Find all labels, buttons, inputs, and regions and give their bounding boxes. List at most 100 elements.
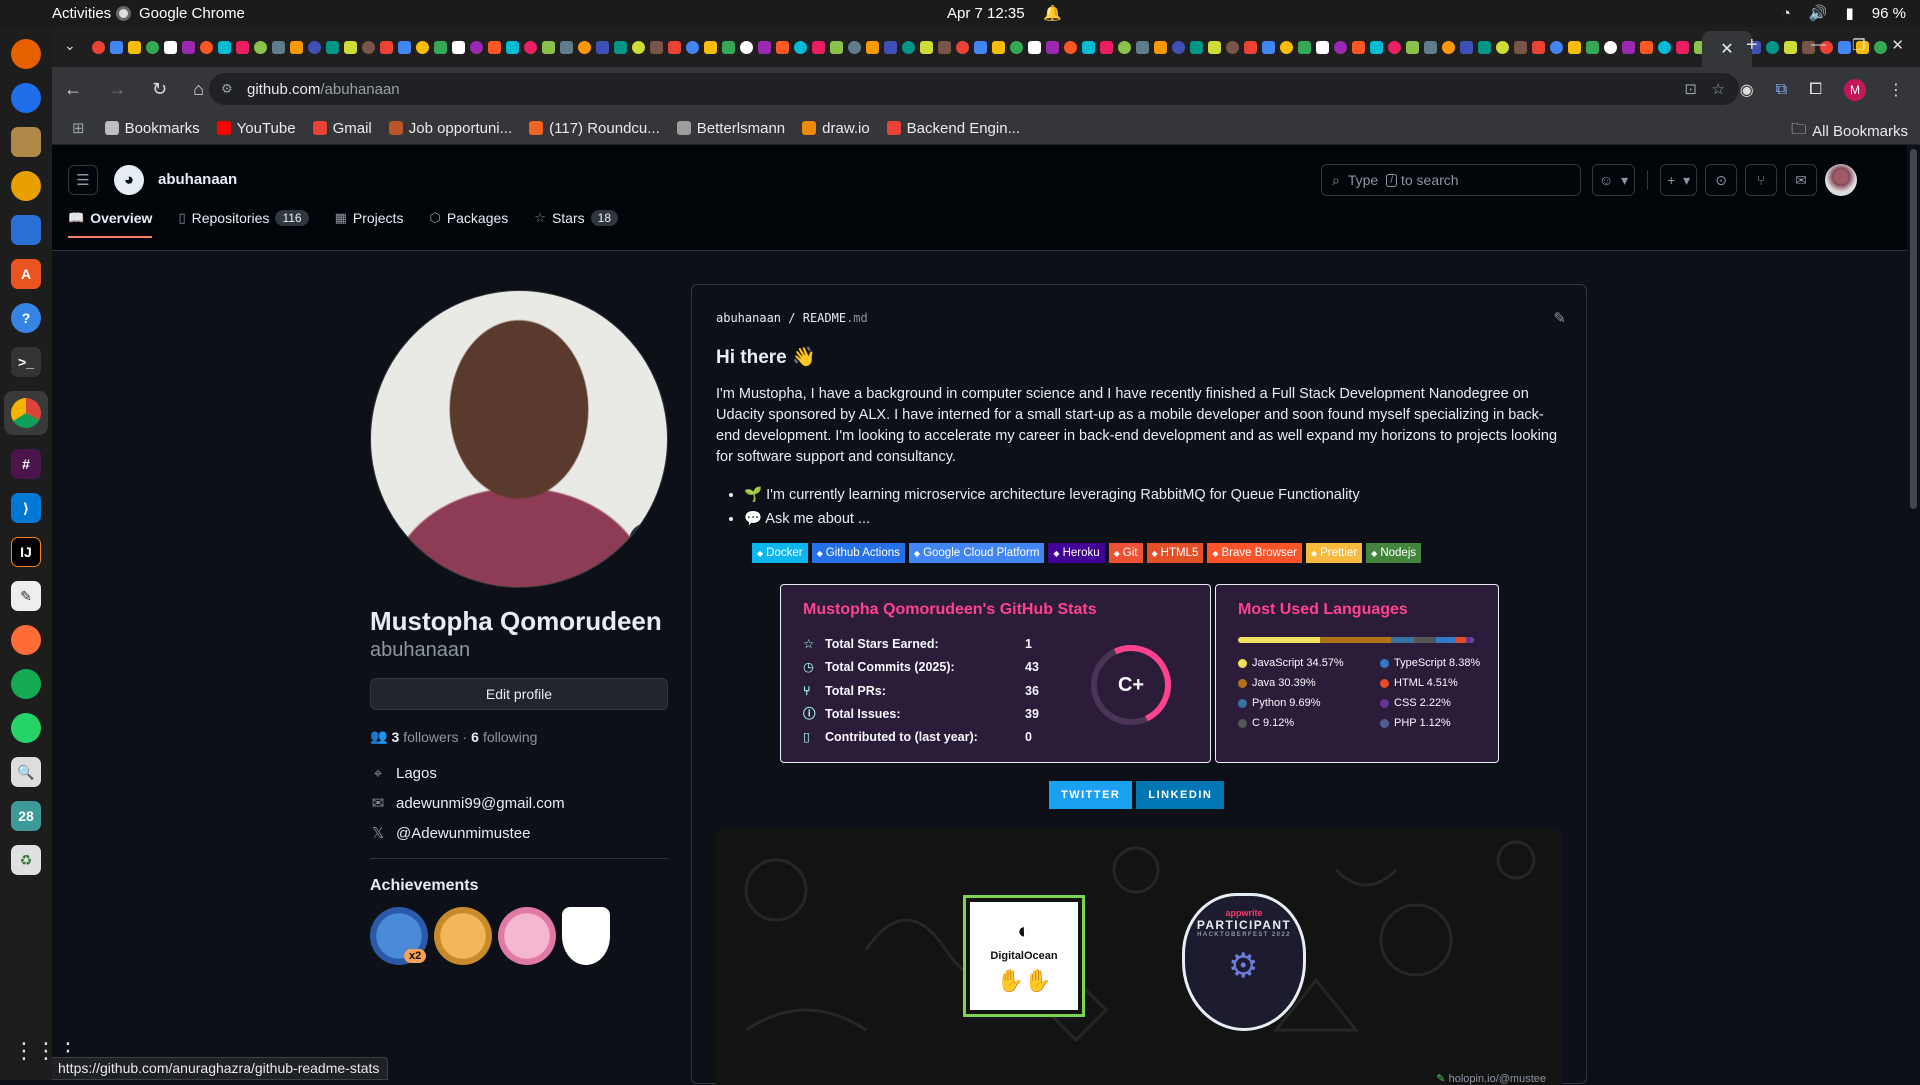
clock[interactable]: Apr 7 12:35	[947, 5, 1025, 22]
activities-button[interactable]: Activities	[52, 5, 111, 22]
tab-repositories[interactable]: ▯ Repositories 116	[178, 210, 309, 238]
tab-favicon-icon[interactable]	[1064, 40, 1077, 54]
postman-icon[interactable]	[11, 625, 41, 655]
site-info-icon[interactable]: ⚙	[221, 81, 233, 97]
tab-favicon-icon[interactable]	[1352, 40, 1365, 54]
terminal-icon[interactable]: >_	[11, 347, 41, 377]
tab-favicon-icon[interactable]	[1622, 40, 1635, 54]
thunderbird-icon[interactable]	[11, 83, 41, 113]
close-tab-icon[interactable]: ✕	[1720, 39, 1733, 59]
tab-favicon-icon[interactable]	[380, 40, 393, 54]
tab-favicon-icon[interactable]	[110, 40, 123, 54]
tab-favicon-icon[interactable]	[956, 40, 969, 54]
tab-favicon-icon[interactable]	[758, 40, 771, 54]
tab-favicon-icon[interactable]	[830, 40, 843, 54]
twitter-link[interactable]: @Adewunmimustee	[396, 825, 530, 842]
tab-favicon-icon[interactable]	[254, 40, 267, 54]
install-app-icon[interactable]: ⊡	[1684, 80, 1697, 98]
tab-favicon-icon[interactable]	[1208, 40, 1221, 54]
hamburger-menu-icon[interactable]: ☰	[68, 165, 98, 195]
tech-shield[interactable]: ◆ Google Cloud Platform	[908, 543, 1045, 563]
bookmark-item[interactable]: Bookmarks	[104, 120, 200, 137]
tab-favicon-icon[interactable]	[398, 40, 411, 54]
tab-favicon-icon[interactable]	[1190, 40, 1203, 54]
close-window-icon[interactable]: ✕	[1891, 36, 1904, 54]
tab-favicon-icon[interactable]	[1316, 40, 1329, 54]
chrome-dock-icon[interactable]	[4, 391, 48, 435]
tab-favicon-icon[interactable]	[272, 40, 285, 54]
reload-icon[interactable]: ↻	[152, 79, 167, 100]
tab-overview[interactable]: 📖 Overview	[68, 210, 153, 238]
linkedin-button[interactable]: LINKEDIN	[1136, 781, 1225, 809]
tab-favicon-icon[interactable]	[92, 40, 105, 54]
bookmark-item[interactable]: draw.io	[802, 120, 870, 137]
readme-owner[interactable]: abuhanaan	[716, 311, 781, 325]
tech-shield[interactable]: ◆ Nodejs	[1366, 543, 1422, 563]
active-tab[interactable]: ✕	[1702, 31, 1752, 67]
tab-favicon-icon[interactable]	[1640, 40, 1653, 54]
followers-count[interactable]: 3	[391, 729, 399, 745]
create-new-button[interactable]: + ▾	[1660, 164, 1698, 196]
rhythmbox-icon[interactable]	[11, 171, 41, 201]
tab-favicon-icon[interactable]	[1388, 40, 1401, 54]
pinned-tab-favicons[interactable]	[52, 40, 1887, 54]
tab-favicon-icon[interactable]	[884, 40, 897, 54]
tab-favicon-icon[interactable]	[650, 40, 663, 54]
tab-favicon-icon[interactable]	[200, 40, 213, 54]
maximize-icon[interactable]: ❐	[1852, 36, 1865, 54]
tab-favicon-icon[interactable]	[668, 40, 681, 54]
email-link[interactable]: adewunmi99@gmail.com	[396, 795, 565, 812]
tab-favicon-icon[interactable]	[686, 40, 699, 54]
tab-favicon-icon[interactable]	[182, 40, 195, 54]
edit-profile-button[interactable]: Edit profile	[370, 678, 668, 710]
tab-favicon-icon[interactable]	[776, 40, 789, 54]
tab-favicon-icon[interactable]	[848, 40, 861, 54]
tab-favicon-icon[interactable]	[506, 40, 519, 54]
tab-favicon-icon[interactable]	[1784, 40, 1797, 54]
tab-projects[interactable]: ▦ Projects	[335, 210, 404, 238]
tab-favicon-icon[interactable]	[632, 40, 645, 54]
tab-favicon-icon[interactable]	[236, 40, 249, 54]
tab-favicon-icon[interactable]	[1676, 40, 1689, 54]
home-icon[interactable]: ⌂	[193, 79, 204, 100]
pull-requests-button[interactable]: ⑂	[1745, 164, 1778, 196]
user-avatar[interactable]	[1825, 164, 1858, 196]
issues-button[interactable]: ⊙	[1705, 164, 1738, 196]
inbox-button[interactable]: ✉	[1785, 164, 1818, 196]
tech-shield[interactable]: ◆ Docker	[752, 543, 808, 563]
holopin-link[interactable]: ✎ holopin.io/@mustee	[1436, 1072, 1546, 1085]
tab-favicon-icon[interactable]	[992, 40, 1005, 54]
tab-favicon-icon[interactable]	[434, 40, 447, 54]
bookmark-item[interactable]: Gmail	[312, 120, 372, 137]
tab-favicon-icon[interactable]	[1424, 40, 1437, 54]
tab-favicon-icon[interactable]	[1100, 40, 1113, 54]
help-icon[interactable]: ?	[11, 303, 41, 333]
scrollbar-thumb[interactable]	[1910, 149, 1917, 509]
tab-favicon-icon[interactable]	[1568, 40, 1581, 54]
tab-favicon-icon[interactable]	[1334, 40, 1347, 54]
firefox-icon[interactable]	[11, 39, 41, 69]
back-icon[interactable]: ←	[64, 79, 82, 100]
tab-favicon-icon[interactable]	[1244, 40, 1257, 54]
tab-favicon-icon[interactable]	[1658, 40, 1671, 54]
tab-favicon-icon[interactable]	[1604, 40, 1617, 54]
new-tab-button[interactable]: +	[1746, 34, 1758, 57]
tab-favicon-icon[interactable]	[1370, 40, 1383, 54]
achievements-heading[interactable]: Achievements	[370, 877, 668, 895]
tab-packages[interactable]: ⬡ Packages	[429, 210, 508, 238]
header-username[interactable]: abuhanaan	[158, 171, 237, 188]
tab-favicon-icon[interactable]	[1172, 40, 1185, 54]
tab-favicon-icon[interactable]	[866, 40, 879, 54]
tab-favicon-icon[interactable]	[974, 40, 987, 54]
tab-favicon-icon[interactable]	[1514, 40, 1527, 54]
tab-favicon-icon[interactable]	[218, 40, 231, 54]
tech-shield[interactable]: ◆ Heroku	[1048, 543, 1105, 563]
tab-favicon-icon[interactable]	[740, 40, 753, 54]
bookmark-item[interactable]: YouTube	[216, 120, 296, 137]
yolo-badge[interactable]	[498, 907, 556, 965]
tab-favicon-icon[interactable]	[1766, 40, 1779, 54]
jetbrains-icon[interactable]: IJ	[11, 537, 41, 567]
twitter-button[interactable]: TWITTER	[1049, 781, 1133, 809]
tab-favicon-icon[interactable]	[614, 40, 627, 54]
mongodb-compass-icon[interactable]	[11, 669, 41, 699]
